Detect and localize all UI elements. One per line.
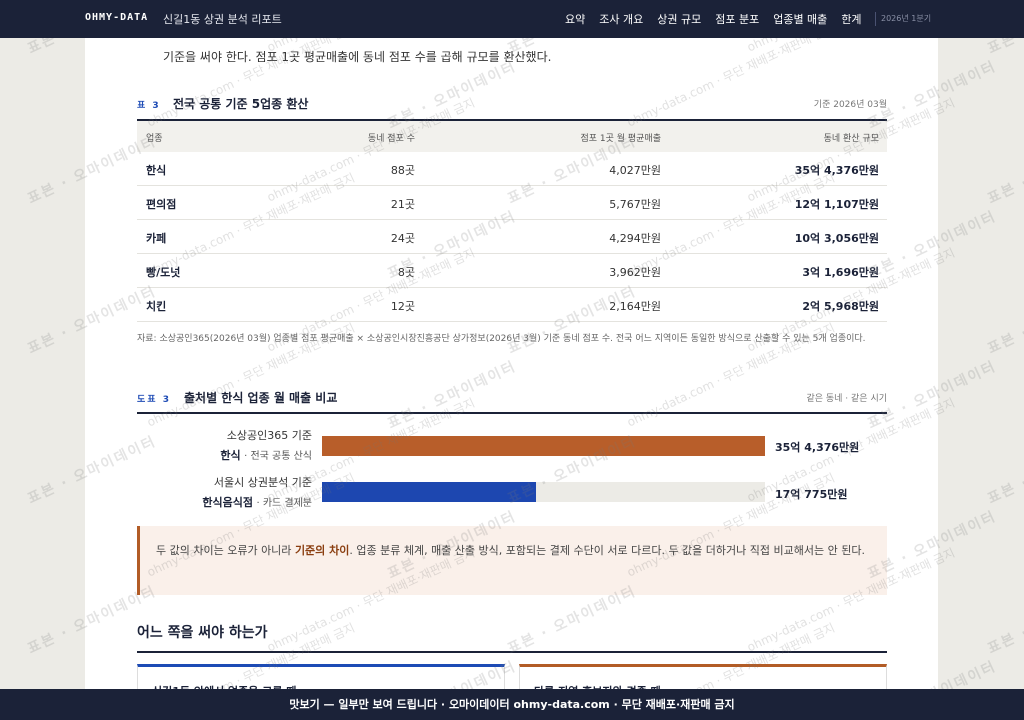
chart-heading-rule <box>137 412 887 414</box>
bar-label-2-source: 서울시 상권분석 기준 <box>213 476 312 489</box>
table-meta: 기준 2026년 03월 <box>813 100 887 110</box>
bar-label-1-desc: 전국 공통 산식 <box>250 451 312 462</box>
table-header-industry: 업종 <box>146 134 163 144</box>
callout-post: . 업종 분류 체계, 매출 산출 방식, 포함되는 결제 수단이 서로 다르다… <box>349 544 865 557</box>
nav-link-limits[interactable]: 한계 <box>841 11 861 27</box>
nav-link-sales-by-industry[interactable]: 업종별 매출 <box>773 11 827 27</box>
callout-emphasis: 기준의 차이 <box>294 544 350 557</box>
bar-label-2: 서울시 상권분석 기준 한식음식점 · 카드 결제분 <box>136 473 312 514</box>
table-row: 치킨 12곳 2,164만원 2억 5,968만원 <box>137 288 887 322</box>
nav-link-overview[interactable]: 조사 개요 <box>599 11 643 27</box>
nav-links: 요약 조사 개요 상권 규모 점포 분포 업종별 매출 한계 <box>565 11 876 27</box>
table-row: 빵/도넛 8곳 3,962만원 3억 1,696만원 <box>137 254 887 288</box>
table-header-total: 동네 환산 규모 <box>823 134 879 144</box>
bar-soshangongin365 <box>322 436 765 456</box>
table-source-note: 자료: 소상공인365(2026년 03월) 업종별 점포 평균매출 × 소상공… <box>137 334 866 344</box>
explanation-callout: 두 값의 차이는 오류가 아니라 기준의 차이. 업종 분류 체계, 매출 산출… <box>137 526 887 595</box>
cell-industry: 빵/도넛 <box>146 266 181 279</box>
bar-value-2: 17억 775만원 <box>775 488 848 501</box>
section-heading: 어느 쪽을 써야 하는가 <box>137 625 268 641</box>
nav-divider <box>875 12 876 26</box>
section-rule <box>137 651 887 653</box>
watermark-text: 표본 · 오마이데이터 <box>985 584 1024 658</box>
cell-stores: 24곳 <box>390 232 415 245</box>
bar-track-2 <box>322 482 765 502</box>
nav-date: 2026년 1분기 <box>881 14 932 23</box>
cell-total: 12억 1,107만원 <box>794 198 879 211</box>
callout-pre: 두 값의 차이는 오류가 아니라 <box>156 544 295 557</box>
bar-label-1-name: 한식 <box>220 449 241 462</box>
bar-seoul-commercial <box>322 482 536 502</box>
bar-label-2-desc: 카드 결제분 <box>262 498 312 509</box>
cell-avg-sales: 3,962만원 <box>609 266 661 279</box>
watermark-text: 표본 · 오마이데이터 <box>985 284 1024 358</box>
cell-industry: 치킨 <box>146 300 167 313</box>
nav-link-summary[interactable]: 요약 <box>565 11 585 27</box>
table-heading: 표 3 전국 공통 기준 5업종 환산 기준 2026년 03월 <box>137 94 887 112</box>
watermark-text: 표본 · 오마이데이터 <box>985 134 1024 208</box>
cell-industry: 한식 <box>146 164 167 177</box>
table-header-row: 업종 동네 점포 수 점포 1곳 월 평균매출 동네 환산 규모 <box>137 119 887 152</box>
brand-logo[interactable]: OHMY-DATA <box>85 12 148 23</box>
bar-value-1: 35억 4,376만원 <box>775 441 860 454</box>
cell-total: 2억 5,968만원 <box>802 300 879 313</box>
bar-label-1-source: 소상공인365 기준 <box>226 429 312 442</box>
table-number: 표 3 <box>137 101 161 111</box>
cell-avg-sales: 4,027만원 <box>609 164 661 177</box>
nav-link-market-size[interactable]: 상권 규모 <box>657 11 701 27</box>
top-nav: OHMY-DATA 신길1동 상권 분석 리포트 요약 조사 개요 상권 규모 … <box>0 0 1024 38</box>
cell-total: 35억 4,376만원 <box>794 164 879 177</box>
cell-avg-sales: 2,164만원 <box>609 300 661 313</box>
nav-link-store-distribution[interactable]: 점포 분포 <box>715 11 759 27</box>
cell-avg-sales: 5,767만원 <box>609 198 661 211</box>
cell-industry: 카페 <box>146 232 167 245</box>
bar-label-1: 소상공인365 기준 한식 · 전국 공통 산식 <box>136 426 312 467</box>
cell-total: 10억 3,056만원 <box>794 232 879 245</box>
cell-stores: 21곳 <box>390 198 415 211</box>
chart-title: 출처별 한식 업종 월 매출 비교 <box>184 391 338 405</box>
preview-footer-banner: 맛보기 — 일부만 보여 드립니다 · 오마이데이터 ohmy-data.com… <box>0 689 1024 720</box>
cell-avg-sales: 4,294만원 <box>609 232 661 245</box>
table-row: 편의점 21곳 5,767만원 12억 1,107만원 <box>137 186 887 220</box>
chart-heading: 도표 3 출처별 한식 업종 월 매출 비교 같은 동네 · 같은 시기 <box>137 388 887 406</box>
chart-meta: 같은 동네 · 같은 시기 <box>806 394 887 404</box>
chart-number: 도표 3 <box>137 395 171 405</box>
cell-total: 3억 1,696만원 <box>802 266 879 279</box>
cell-stores: 8곳 <box>397 266 415 279</box>
bar-label-2-name: 한식음식점 <box>202 496 253 509</box>
table-row: 한식 88곳 4,027만원 35억 4,376만원 <box>137 152 887 186</box>
bar-track-1 <box>322 436 765 456</box>
intro-paragraph: 기준을 써야 한다. 점포 1곳 평균매출에 동네 점포 수를 곱해 규모를 환… <box>163 50 552 64</box>
table-header-stores: 동네 점포 수 <box>367 134 415 144</box>
watermark-text: 표본 · 오마이데이터 <box>985 434 1024 508</box>
cell-stores: 12곳 <box>390 300 415 313</box>
table-header-avg-sales: 점포 1곳 월 평균매출 <box>580 134 661 144</box>
cell-stores: 88곳 <box>390 164 415 177</box>
table-row: 카페 24곳 4,294만원 10억 3,056만원 <box>137 220 887 254</box>
cell-industry: 편의점 <box>146 198 177 211</box>
report-title: 신길1동 상권 분석 리포트 <box>163 13 282 26</box>
table-title: 전국 공통 기준 5업종 환산 <box>173 97 309 111</box>
